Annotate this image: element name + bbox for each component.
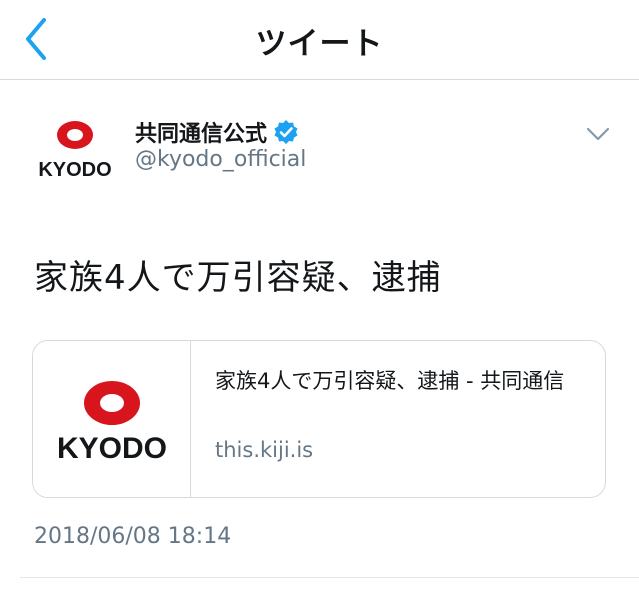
page-title: ツイート xyxy=(255,26,384,62)
chevron-down-icon xyxy=(586,127,610,141)
card-thumbnail: KYODO xyxy=(33,341,191,497)
card-domain: this.kiji.is xyxy=(215,438,314,462)
more-options-button[interactable] xyxy=(584,124,612,144)
tweet-timestamp: 2018/06/08 18:14 xyxy=(34,524,232,549)
card-title: 家族4人で万引容疑、逮捕 - 共同通信 xyxy=(215,369,565,393)
avatar[interactable]: KYODO xyxy=(34,118,116,181)
avatar-wordmark: KYODO xyxy=(38,159,111,180)
author-name-row: 共同通信公式 xyxy=(135,116,299,148)
divider xyxy=(20,577,639,578)
display-name[interactable]: 共同通信公式 xyxy=(135,116,267,148)
user-handle[interactable]: @kyodo_official xyxy=(135,147,306,172)
tweet-detail-screen: ツイート KYODO 共同通信公式 @kyodo_official 家族4人で万… xyxy=(0,0,639,602)
link-card[interactable]: KYODO 家族4人で万引容疑、逮捕 - 共同通信 this.kiji.is xyxy=(32,340,606,498)
navigation-header: ツイート xyxy=(0,0,639,80)
verified-badge-icon xyxy=(273,119,299,145)
card-thumbnail-wordmark: KYODO xyxy=(57,432,167,465)
tweet-text: 家族4人で万引容疑、逮捕 xyxy=(34,258,442,298)
